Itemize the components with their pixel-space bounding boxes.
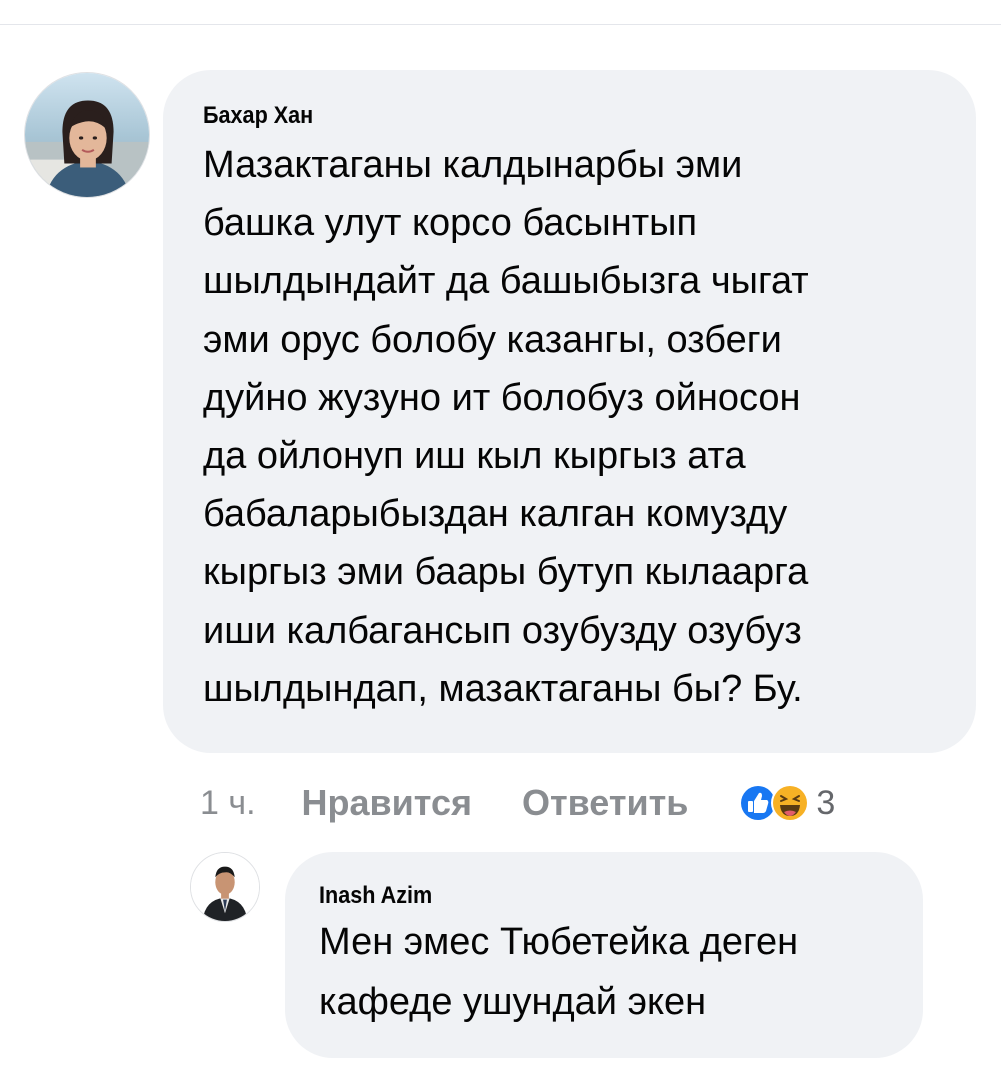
reaction-count: 3 (816, 783, 836, 822)
comment-text: Мазактаганы калдынарбы эми башка улут ко… (203, 136, 936, 718)
comment-text-line: дуйно жузуно ит болобуз ойносон (203, 376, 801, 419)
reply-author-name[interactable]: Inash Azim (319, 882, 832, 910)
reply-text-line: Мен эмес Тюбетейка деген (319, 921, 799, 963)
comment-text-line: эми орус болобу казангы, озбеги (203, 318, 782, 361)
like-button[interactable]: Нравится (302, 782, 472, 824)
avatar-photo-icon (25, 73, 149, 197)
comment-text-line: иши калбагансып озубузду озубуз (203, 609, 802, 652)
reply-text-line: кафеде ушундай экен (319, 981, 707, 1023)
comments-page: Бахар Хан Мазактаганы калдынарбы эми баш… (0, 0, 1001, 1080)
comment-text-line: шылдындайт да башыбызга чыгат (203, 260, 809, 303)
reply-author-avatar[interactable] (190, 852, 260, 922)
comment-text-line: Мазактаганы калдынарбы эми (203, 144, 743, 186)
comment-bubble: Бахар Хан Мазактаганы калдынарбы эми баш… (163, 70, 976, 753)
reactions-summary[interactable]: 3 (738, 783, 835, 823)
comment-text-line: шылдындап, мазактаганы бы? Бу. (203, 667, 803, 710)
comment-author-name[interactable]: Бахар Хан (203, 102, 863, 130)
avatar-photo-icon (191, 853, 259, 921)
reply-bubble: Inash Azim Мен эмес Тюбетейка деген кафе… (285, 852, 923, 1058)
comment-text-line: кыргыз эми баары бутуп кылаарга (203, 551, 809, 594)
reply-button[interactable]: Ответить (522, 782, 688, 824)
comment-text-line: да ойлонуп иш кыл кыргыз ата (203, 435, 746, 478)
comment-timestamp[interactable]: 1 ч. (200, 784, 256, 823)
comment-text-line: башка улут корсо басынтып (203, 202, 698, 245)
haha-reaction-icon (771, 784, 810, 822)
comment-author-avatar[interactable] (24, 72, 150, 198)
comment-text-line: бабаларыбыздан калган комузду (203, 493, 788, 536)
top-divider (0, 24, 1001, 25)
reply-text: Мен эмес Тюбетейка деген кафеде ушундай … (319, 912, 889, 1032)
comment-actions: 1 ч. Нравится Ответить 3 (200, 778, 835, 828)
